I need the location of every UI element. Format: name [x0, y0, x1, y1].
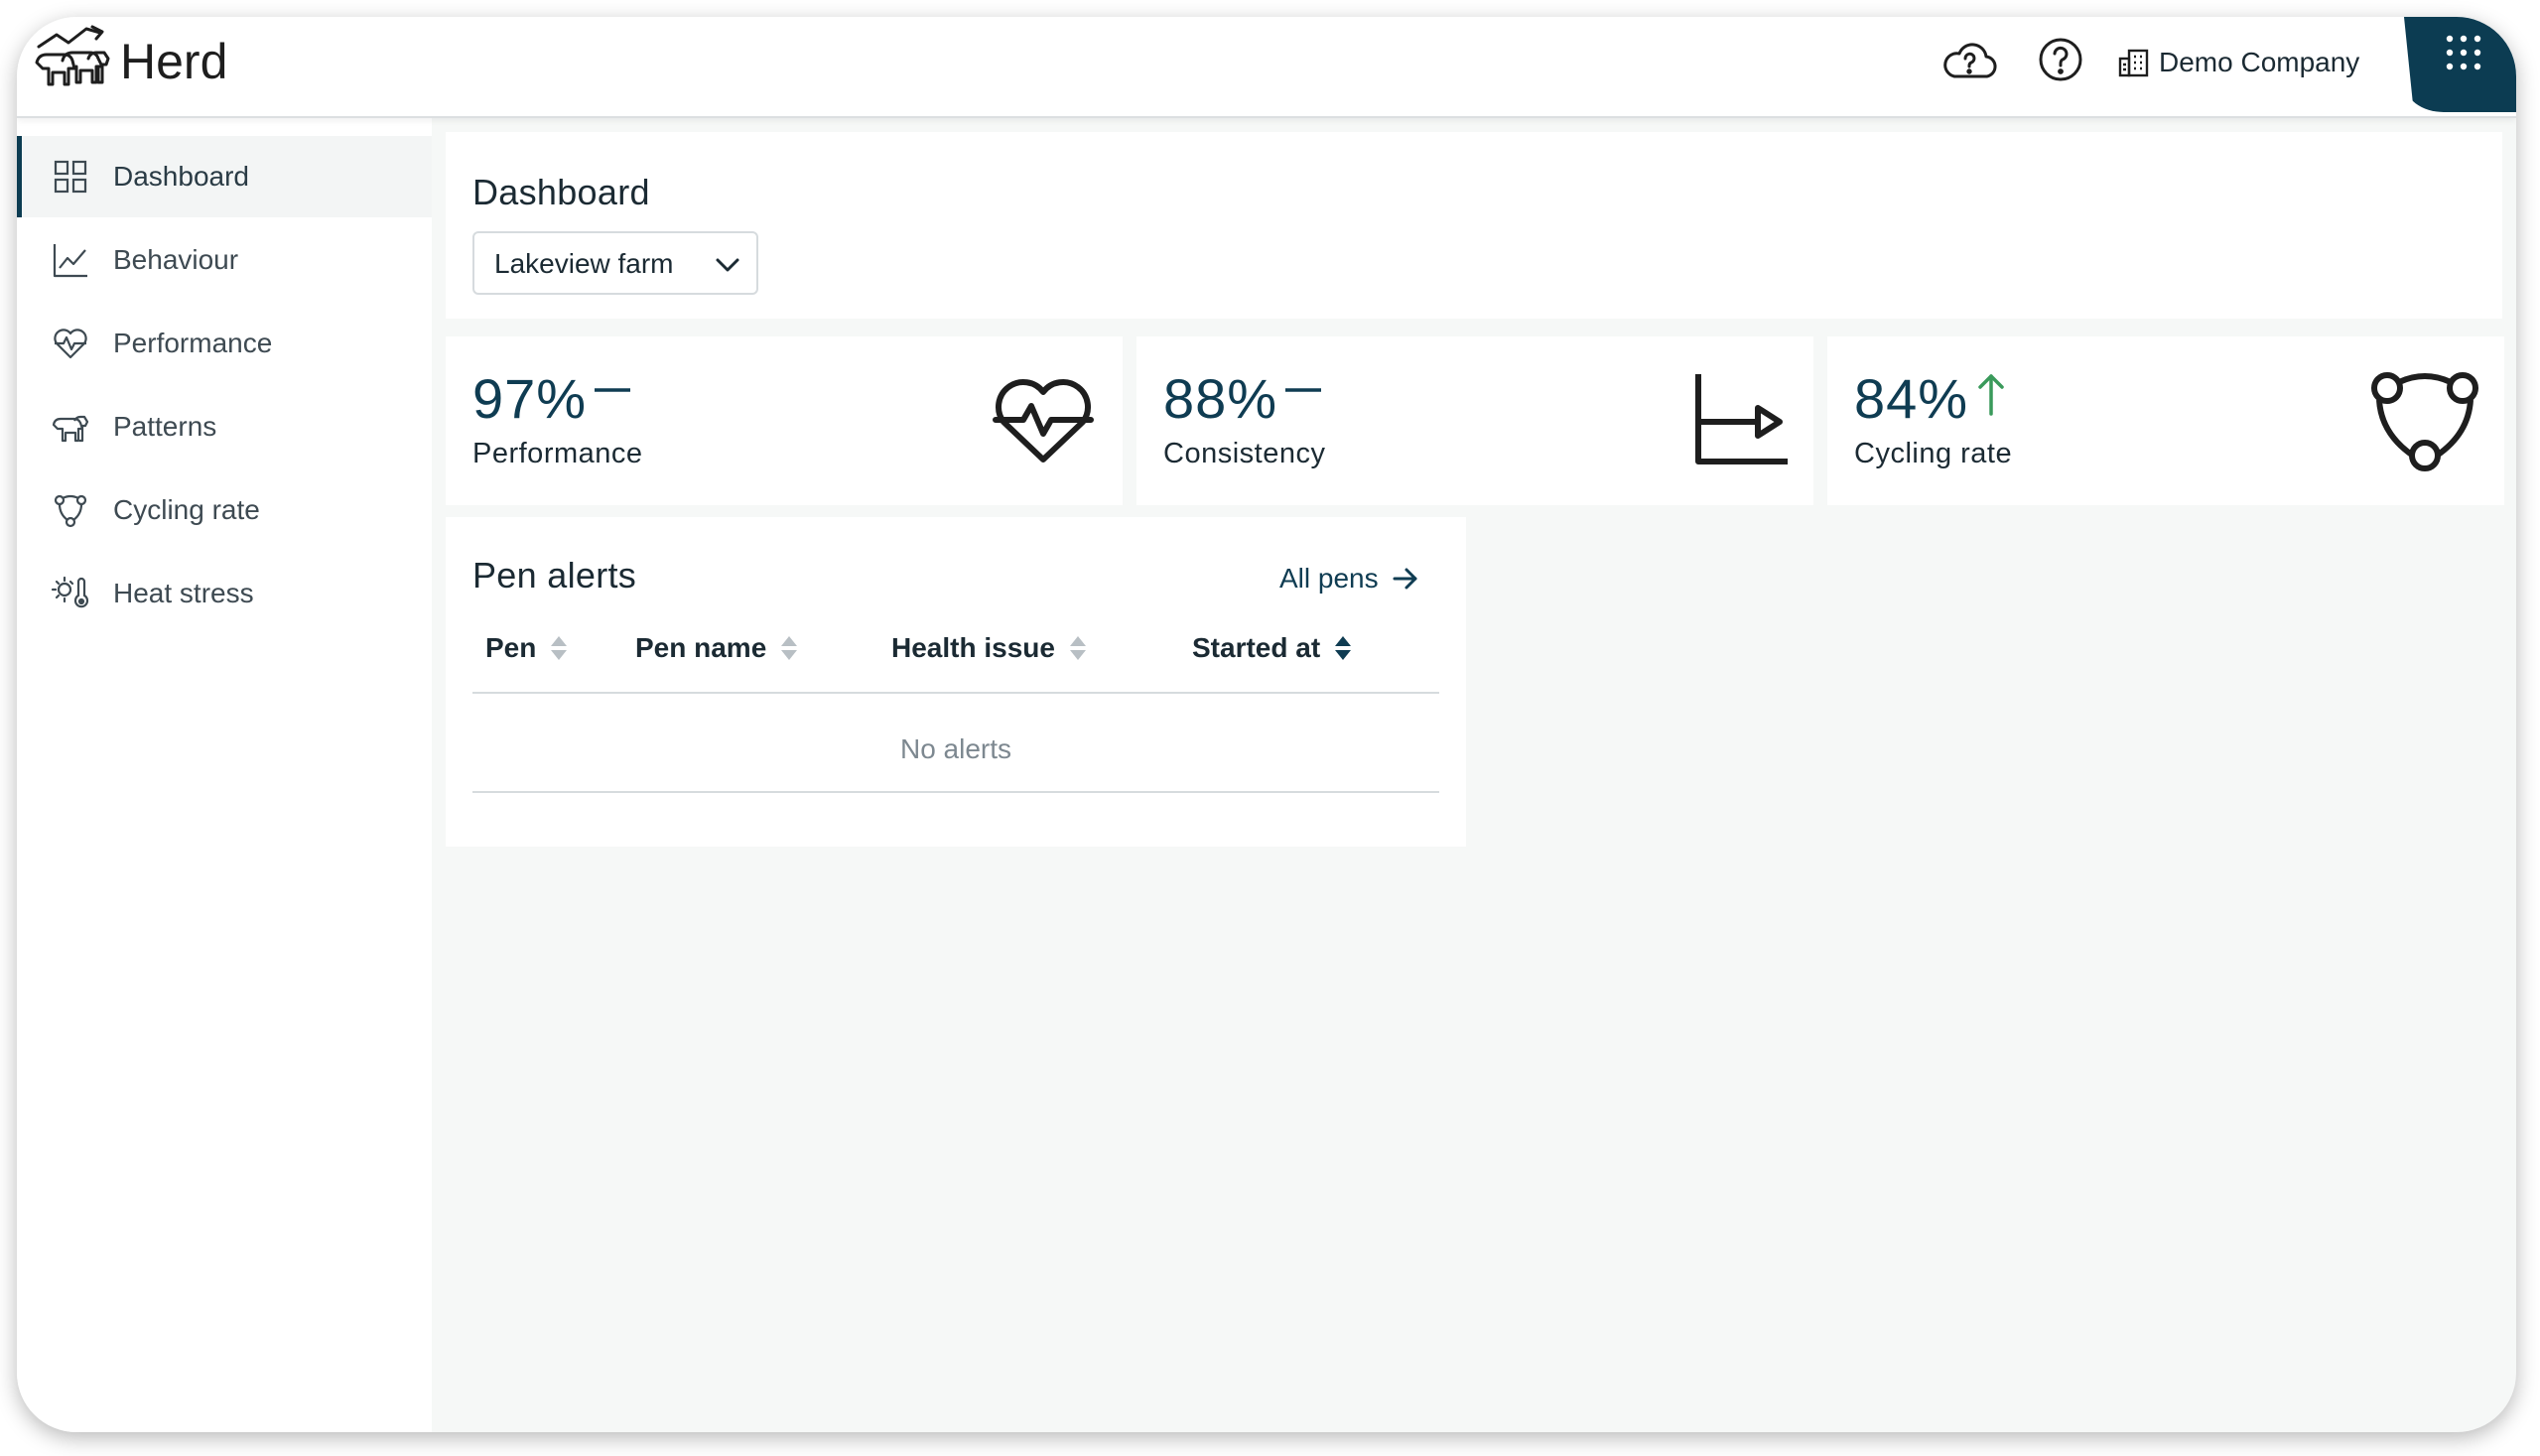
help-icon[interactable]	[2038, 37, 2083, 82]
chart-arrow-icon	[1695, 374, 1788, 464]
all-pens-label: All pens	[1279, 563, 1379, 594]
sort-icon	[551, 636, 568, 660]
stat-value: 97%	[472, 367, 588, 430]
trend-up-icon	[1978, 374, 2004, 416]
herd-logo-icon	[35, 25, 110, 86]
pen-alerts-card: Pen alerts All pens Pen Pen name Health …	[446, 517, 1466, 847]
sidebar-item-label: Performance	[113, 328, 273, 358]
app-window: Herd Demo Company Dashboard Behaviour Pe…	[17, 17, 2516, 1432]
column-header-label: Pen name	[635, 632, 767, 663]
sort-icon	[1069, 636, 1086, 660]
company-switcher[interactable]: Demo Company	[2117, 43, 2359, 82]
trend-flat-icon	[595, 388, 630, 392]
line-chart-icon	[53, 244, 87, 278]
cows-icon	[52, 415, 89, 443]
empty-state-message: No alerts	[899, 733, 1012, 764]
page-title: Dashboard	[472, 172, 650, 212]
sidebar-item-label: Dashboard	[113, 161, 249, 192]
sidebar-item-dashboard[interactable]: Dashboard	[17, 136, 432, 217]
table-bottom-divider	[472, 791, 1439, 793]
sort-icon	[781, 636, 798, 660]
sidebar-item-label: Patterns	[113, 411, 217, 442]
grid-icon	[54, 160, 87, 194]
pen-alerts-title: Pen alerts	[472, 555, 637, 596]
table-header-divider	[472, 692, 1439, 694]
sort-active-icon	[1335, 636, 1352, 660]
sidebar-item-performance[interactable]: Performance	[17, 303, 432, 384]
sun-thermometer-icon	[51, 576, 89, 608]
stat-label: Cycling rate	[1854, 438, 2013, 469]
sidebar-item-label: Heat stress	[113, 578, 254, 608]
farm-select-value: Lakeview farm	[494, 248, 674, 279]
cloud-help-icon[interactable]	[1940, 39, 1998, 84]
stat-label: Performance	[472, 438, 643, 469]
sidebar-item-patterns[interactable]: Patterns	[17, 386, 432, 467]
cow-head-icon	[54, 494, 87, 528]
dashboard-header-card: Dashboard Lakeview farm	[446, 132, 2502, 319]
farm-select[interactable]: Lakeview farm	[472, 231, 758, 295]
sidebar-item-behaviour[interactable]: Behaviour	[17, 219, 432, 301]
app-title: Herd	[120, 34, 228, 89]
heart-pulse-icon	[993, 379, 1094, 463]
stat-label: Consistency	[1163, 438, 1326, 469]
app-switcher-button[interactable]	[2404, 17, 2516, 112]
sidebar-item-label: Behaviour	[113, 244, 239, 275]
sidebar-item-cycling-rate[interactable]: Cycling rate	[17, 469, 432, 551]
trend-flat-icon	[1285, 388, 1321, 392]
column-header-label: Pen	[485, 632, 537, 663]
sidebar: Dashboard Behaviour Performance Patterns	[17, 118, 432, 1432]
company-name: Demo Company	[2159, 47, 2360, 77]
column-header-health-issue[interactable]: Health issue	[891, 628, 1087, 668]
heart-pulse-icon	[54, 329, 87, 359]
top-bar: Herd Demo Company	[17, 17, 2516, 118]
column-header-label: Started at	[1192, 632, 1321, 663]
stat-card-performance: 97% Performance	[446, 336, 1123, 505]
all-pens-link[interactable]: All pens	[1279, 561, 1418, 596]
stat-value: 88%	[1163, 367, 1278, 430]
arrow-right-icon	[1393, 568, 1417, 590]
sidebar-item-heat-stress[interactable]: Heat stress	[17, 553, 432, 634]
stat-card-consistency: 88% Consistency	[1136, 336, 1813, 505]
building-icon	[2118, 49, 2149, 77]
column-header-started-at[interactable]: Started at	[1192, 628, 1352, 668]
grid-dots-icon	[2446, 35, 2481, 70]
chevron-down-icon	[716, 258, 739, 272]
column-header-label: Health issue	[891, 632, 1055, 663]
stat-value: 84%	[1854, 367, 1969, 430]
sidebar-item-label: Cycling rate	[113, 494, 260, 525]
cow-head-icon	[2371, 372, 2478, 471]
stat-card-cycling-rate: 84% Cycling rate	[1827, 336, 2504, 505]
column-header-pen[interactable]: Pen	[485, 628, 568, 668]
column-header-pen-name[interactable]: Pen name	[635, 628, 798, 668]
